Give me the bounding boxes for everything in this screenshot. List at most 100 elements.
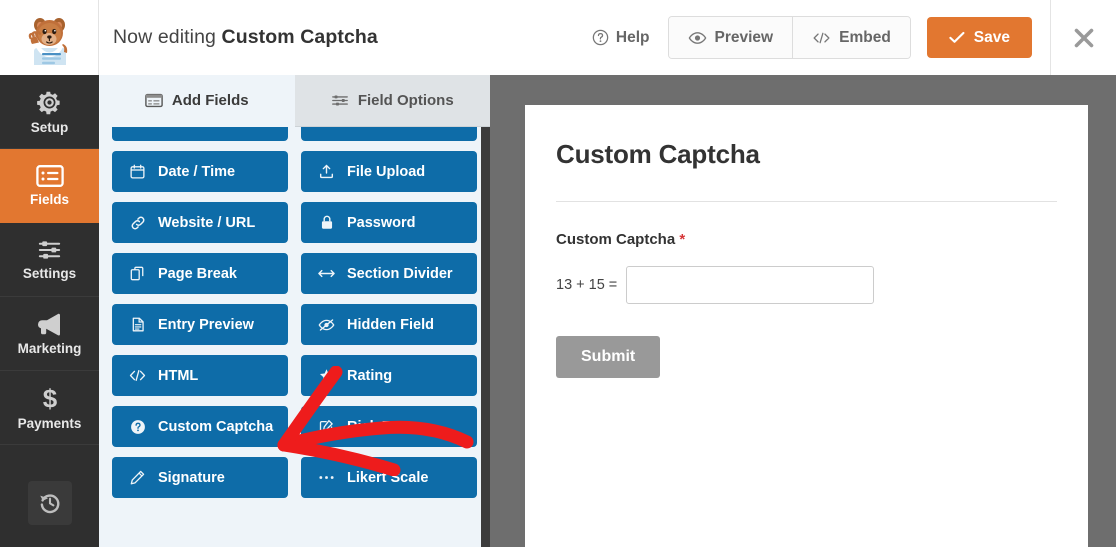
form-preview-card: Custom Captcha Custom Captcha * 13 + 15 … xyxy=(525,105,1088,547)
top-bar: Now editing Custom Captcha Help Preview … xyxy=(0,0,1116,75)
code-icon xyxy=(813,32,830,43)
embed-label: Embed xyxy=(839,28,891,46)
field-button-label: Date / Time xyxy=(158,163,236,180)
field-button-rating[interactable]: Rating xyxy=(301,355,477,396)
field-button-label: Entry Preview xyxy=(158,316,254,333)
form-name: Custom Captcha xyxy=(221,26,378,48)
sliders-icon xyxy=(331,95,348,106)
close-button[interactable] xyxy=(1050,0,1116,75)
page-break-icon xyxy=(129,266,146,281)
field-button-label: Rich Text xyxy=(347,418,412,435)
captcha-field-label: Custom Captcha * xyxy=(556,231,1057,248)
field-button-label: File Upload xyxy=(347,163,426,180)
field-button-rich-text[interactable]: Rich Text xyxy=(301,406,477,447)
field-button-date-time[interactable]: Date / Time xyxy=(112,151,288,192)
captcha-field-label-text: Custom Captcha xyxy=(556,231,676,248)
fields-scroll-area: Date / Time File Upload Website / URL Pa… xyxy=(99,127,490,547)
wpforms-logo xyxy=(0,0,99,75)
sidebar-item-fields[interactable]: Fields xyxy=(0,149,99,223)
sidebar-item-settings[interactable]: Settings xyxy=(0,223,99,297)
tab-add-fields[interactable]: Add Fields xyxy=(99,75,295,127)
sidebar-item-label: Marketing xyxy=(17,340,82,356)
field-button-page-break[interactable]: Page Break xyxy=(112,253,288,294)
required-asterisk: * xyxy=(679,231,686,248)
question-circle-icon xyxy=(592,29,609,46)
field-button-label: Signature xyxy=(158,469,225,486)
field-button-hidden-field[interactable]: Hidden Field xyxy=(301,304,477,345)
wpforms-bear-mascot-icon xyxy=(28,17,68,65)
eye-slash-icon xyxy=(318,318,335,332)
submit-button[interactable]: Submit xyxy=(556,336,661,378)
field-button-html[interactable]: HTML xyxy=(112,355,288,396)
captcha-answer-input[interactable] xyxy=(626,266,875,304)
sidebar-item-label: Fields xyxy=(29,192,69,207)
field-button-label: HTML xyxy=(158,367,199,384)
form-preview-inner: Custom Captcha Custom Captcha * 13 + 15 … xyxy=(525,105,1088,378)
sliders-icon xyxy=(38,241,61,259)
field-button-label: Password xyxy=(347,214,416,231)
field-button-clipped[interactable] xyxy=(112,127,288,141)
embed-button[interactable]: Embed xyxy=(792,17,910,58)
gear-icon xyxy=(37,91,60,114)
field-button-password[interactable]: Password xyxy=(301,202,477,243)
upload-icon xyxy=(318,164,335,179)
help-button[interactable]: Help xyxy=(574,29,668,47)
field-button-custom-captcha[interactable]: Custom Captcha xyxy=(112,406,288,447)
field-button-section-divider[interactable]: Section Divider xyxy=(301,253,477,294)
form-preview-area: Custom Captcha Custom Captcha * 13 + 15 … xyxy=(500,75,1116,547)
sidebar-item-marketing[interactable]: Marketing xyxy=(0,297,99,371)
eye-icon xyxy=(688,31,706,44)
field-button-label: Website / URL xyxy=(158,214,256,231)
dollar-icon: $ xyxy=(42,385,57,412)
field-buttons-grid: Date / Time File Upload Website / URL Pa… xyxy=(112,127,477,498)
document-icon xyxy=(129,317,146,332)
tab-field-options[interactable]: Field Options xyxy=(294,75,490,127)
field-button-likert-scale[interactable]: Likert Scale xyxy=(301,457,477,498)
editing-prefix: Now editing xyxy=(113,26,216,48)
question-circle-icon xyxy=(129,419,146,435)
captcha-row: 13 + 15 = xyxy=(556,266,1057,304)
svg-text:$: $ xyxy=(42,385,57,412)
close-icon xyxy=(1074,28,1093,47)
save-button[interactable]: Save xyxy=(926,17,1032,58)
field-button-label: Rating xyxy=(347,367,393,384)
tab-label: Field Options xyxy=(357,92,454,109)
sidebar-item-setup[interactable]: Setup xyxy=(0,75,99,149)
field-button-label: Hidden Field xyxy=(347,316,434,333)
link-icon xyxy=(129,215,146,231)
tab-label: Add Fields xyxy=(171,92,249,109)
save-label: Save xyxy=(973,28,1010,46)
field-button-website-url[interactable]: Website / URL xyxy=(112,202,288,243)
dots-icon xyxy=(318,474,335,481)
list-icon xyxy=(35,165,64,187)
left-sidebar: Setup Fields Settings Marketing $ Paymen… xyxy=(0,75,99,547)
preview-button[interactable]: Preview xyxy=(668,17,793,58)
preview-label: Preview xyxy=(714,28,774,46)
arrows-horizontal-icon xyxy=(318,267,335,280)
field-button-entry-preview[interactable]: Entry Preview xyxy=(112,304,288,345)
field-button-label: Section Divider xyxy=(347,265,453,282)
field-button-clipped[interactable] xyxy=(301,127,477,141)
lock-icon xyxy=(318,215,335,230)
check-icon xyxy=(949,31,965,43)
revision-history-button[interactable] xyxy=(27,481,72,525)
sidebar-item-label: Payments xyxy=(17,415,82,431)
star-icon xyxy=(318,368,335,383)
help-label: Help xyxy=(615,28,650,46)
history-rotate-icon xyxy=(39,494,59,514)
form-preview-title: Custom Captcha xyxy=(556,139,760,169)
field-button-signature[interactable]: Signature xyxy=(112,457,288,498)
sidebar-item-label: Settings xyxy=(22,266,77,281)
top-actions: Help Preview Embed Save xyxy=(574,0,1116,75)
sidebar-item-label: Setup xyxy=(30,119,69,135)
field-button-label: Custom Captcha xyxy=(158,418,274,435)
fields-panel: Add Fields Field Options Date / Time Fil… xyxy=(99,75,490,547)
form-title-divider xyxy=(556,201,1057,202)
revision-area xyxy=(0,481,99,547)
field-button-label: Page Break xyxy=(158,265,237,282)
panel-scrollbar[interactable] xyxy=(481,127,490,547)
edit-square-icon xyxy=(318,419,335,434)
sidebar-item-payments[interactable]: $ Payments xyxy=(0,371,99,445)
field-button-file-upload[interactable]: File Upload xyxy=(301,151,477,192)
